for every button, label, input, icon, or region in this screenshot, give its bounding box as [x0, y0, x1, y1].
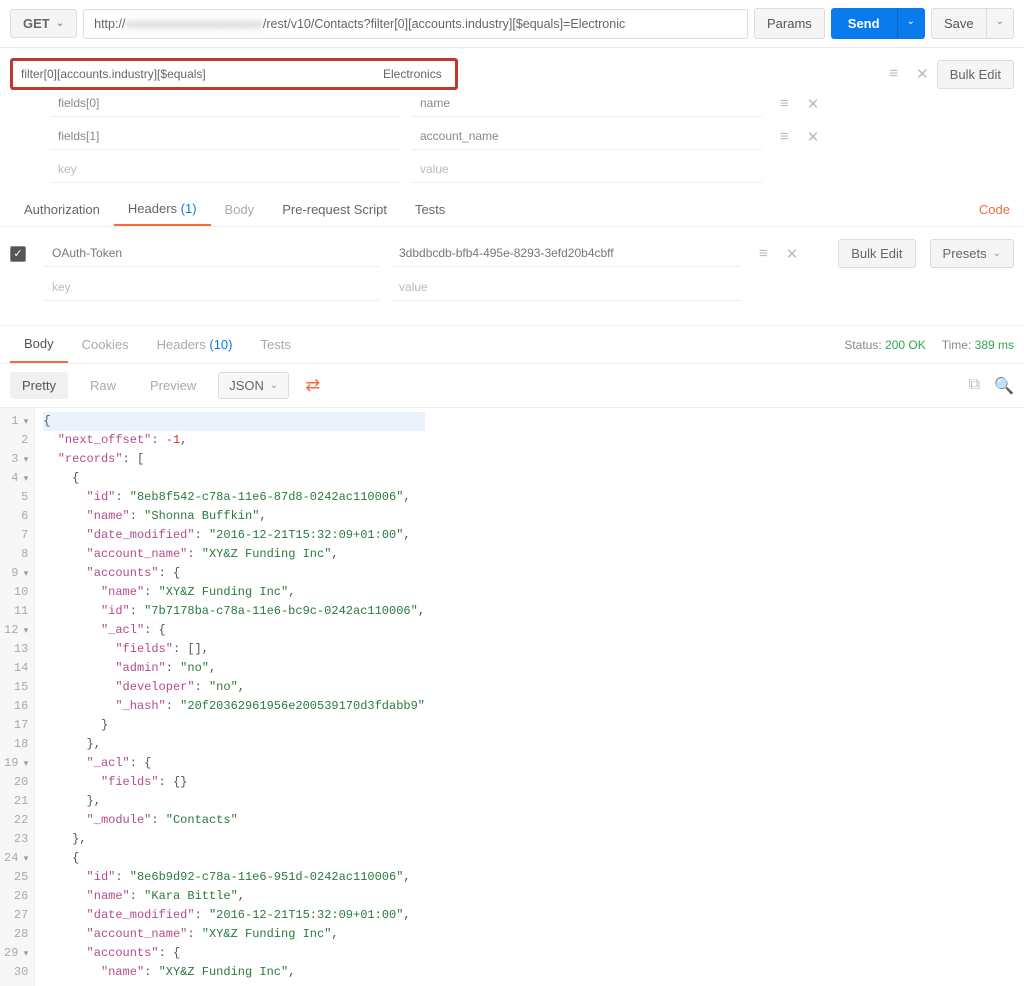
param-row-highlighted: filter[0][accounts.industry][$equals] El… — [10, 58, 458, 90]
response-tab-headers[interactable]: Headers (10) — [143, 327, 247, 362]
http-method-label: GET — [23, 16, 50, 31]
tab-authorization[interactable]: Authorization — [10, 194, 114, 225]
view-preview[interactable]: Preview — [138, 372, 208, 399]
http-method-select[interactable]: GET ⌄ — [10, 9, 77, 38]
delete-row-icon[interactable]: ✕ — [807, 95, 820, 113]
param-value-input[interactable]: Electronics — [375, 61, 455, 87]
param-key-input[interactable]: fields[1] — [50, 123, 400, 150]
wrap-lines-icon[interactable]: ⇄ — [299, 372, 326, 399]
header-enabled-checkbox[interactable]: ✓ — [10, 246, 26, 262]
delete-row-icon[interactable]: ✕ — [916, 65, 929, 83]
response-tab-body[interactable]: Body — [10, 326, 68, 363]
param-key-input[interactable]: fields[0] — [50, 90, 400, 117]
send-button[interactable]: Send — [831, 8, 897, 39]
delete-row-icon[interactable]: ✕ — [786, 245, 799, 263]
tab-prerequest[interactable]: Pre-request Script — [268, 194, 401, 225]
header-key-input[interactable]: OAuth-Token — [44, 240, 379, 267]
response-status: Status: 200 OK — [844, 338, 925, 352]
param-key-input[interactable]: key — [50, 156, 400, 183]
copy-icon[interactable]: ⧉ — [969, 376, 980, 396]
params-button[interactable]: Params — [754, 8, 825, 39]
drag-handle-icon[interactable]: ≡ — [759, 245, 768, 263]
save-dropdown-button[interactable]: ⌄ — [987, 8, 1014, 39]
save-button[interactable]: Save — [931, 8, 987, 39]
view-raw[interactable]: Raw — [78, 372, 128, 399]
presets-button[interactable]: Presets ⌄ — [930, 239, 1014, 268]
delete-row-icon[interactable]: ✕ — [807, 128, 820, 146]
param-value-input[interactable]: name — [412, 90, 762, 117]
search-icon[interactable]: 🔍 — [994, 376, 1014, 396]
header-key-input[interactable]: key — [44, 274, 379, 301]
chevron-down-icon: ⌄ — [993, 248, 1001, 259]
view-pretty[interactable]: Pretty — [10, 372, 68, 399]
code-link[interactable]: Code — [975, 194, 1014, 225]
drag-handle-icon[interactable]: ≡ — [780, 95, 789, 113]
drag-handle-icon[interactable]: ≡ — [780, 128, 789, 146]
url-input[interactable]: http://xxxxxxxxxxxxxxxxxxxxxx/rest/v10/C… — [83, 9, 748, 39]
header-value-input[interactable]: 3dbdbcdb-bfb4-495e-8293-3efd20b4cbff — [391, 240, 741, 267]
bulk-edit-button[interactable]: Bulk Edit — [937, 60, 1014, 89]
response-tab-cookies[interactable]: Cookies — [68, 327, 143, 362]
response-body-viewer[interactable]: 1234567891011121314151617181920212223242… — [0, 407, 1024, 986]
tab-tests[interactable]: Tests — [401, 194, 459, 225]
tab-headers[interactable]: Headers (1) — [114, 193, 211, 226]
bulk-edit-headers-button[interactable]: Bulk Edit — [838, 239, 915, 268]
response-time: Time: 389 ms — [942, 338, 1014, 352]
param-value-input[interactable]: value — [412, 156, 762, 183]
send-dropdown-button[interactable]: ⌄ — [897, 8, 925, 39]
drag-handle-icon[interactable]: ≡ — [889, 65, 898, 83]
format-select[interactable]: JSON ⌄ — [218, 372, 289, 399]
header-value-input[interactable]: value — [391, 274, 741, 301]
response-tab-tests[interactable]: Tests — [247, 327, 305, 362]
chevron-down-icon: ⌄ — [56, 18, 64, 29]
param-key-input[interactable]: filter[0][accounts.industry][$equals] — [13, 61, 363, 87]
chevron-down-icon: ⌄ — [270, 380, 278, 391]
tab-body[interactable]: Body — [211, 194, 269, 225]
param-value-input[interactable]: account_name — [412, 123, 762, 150]
